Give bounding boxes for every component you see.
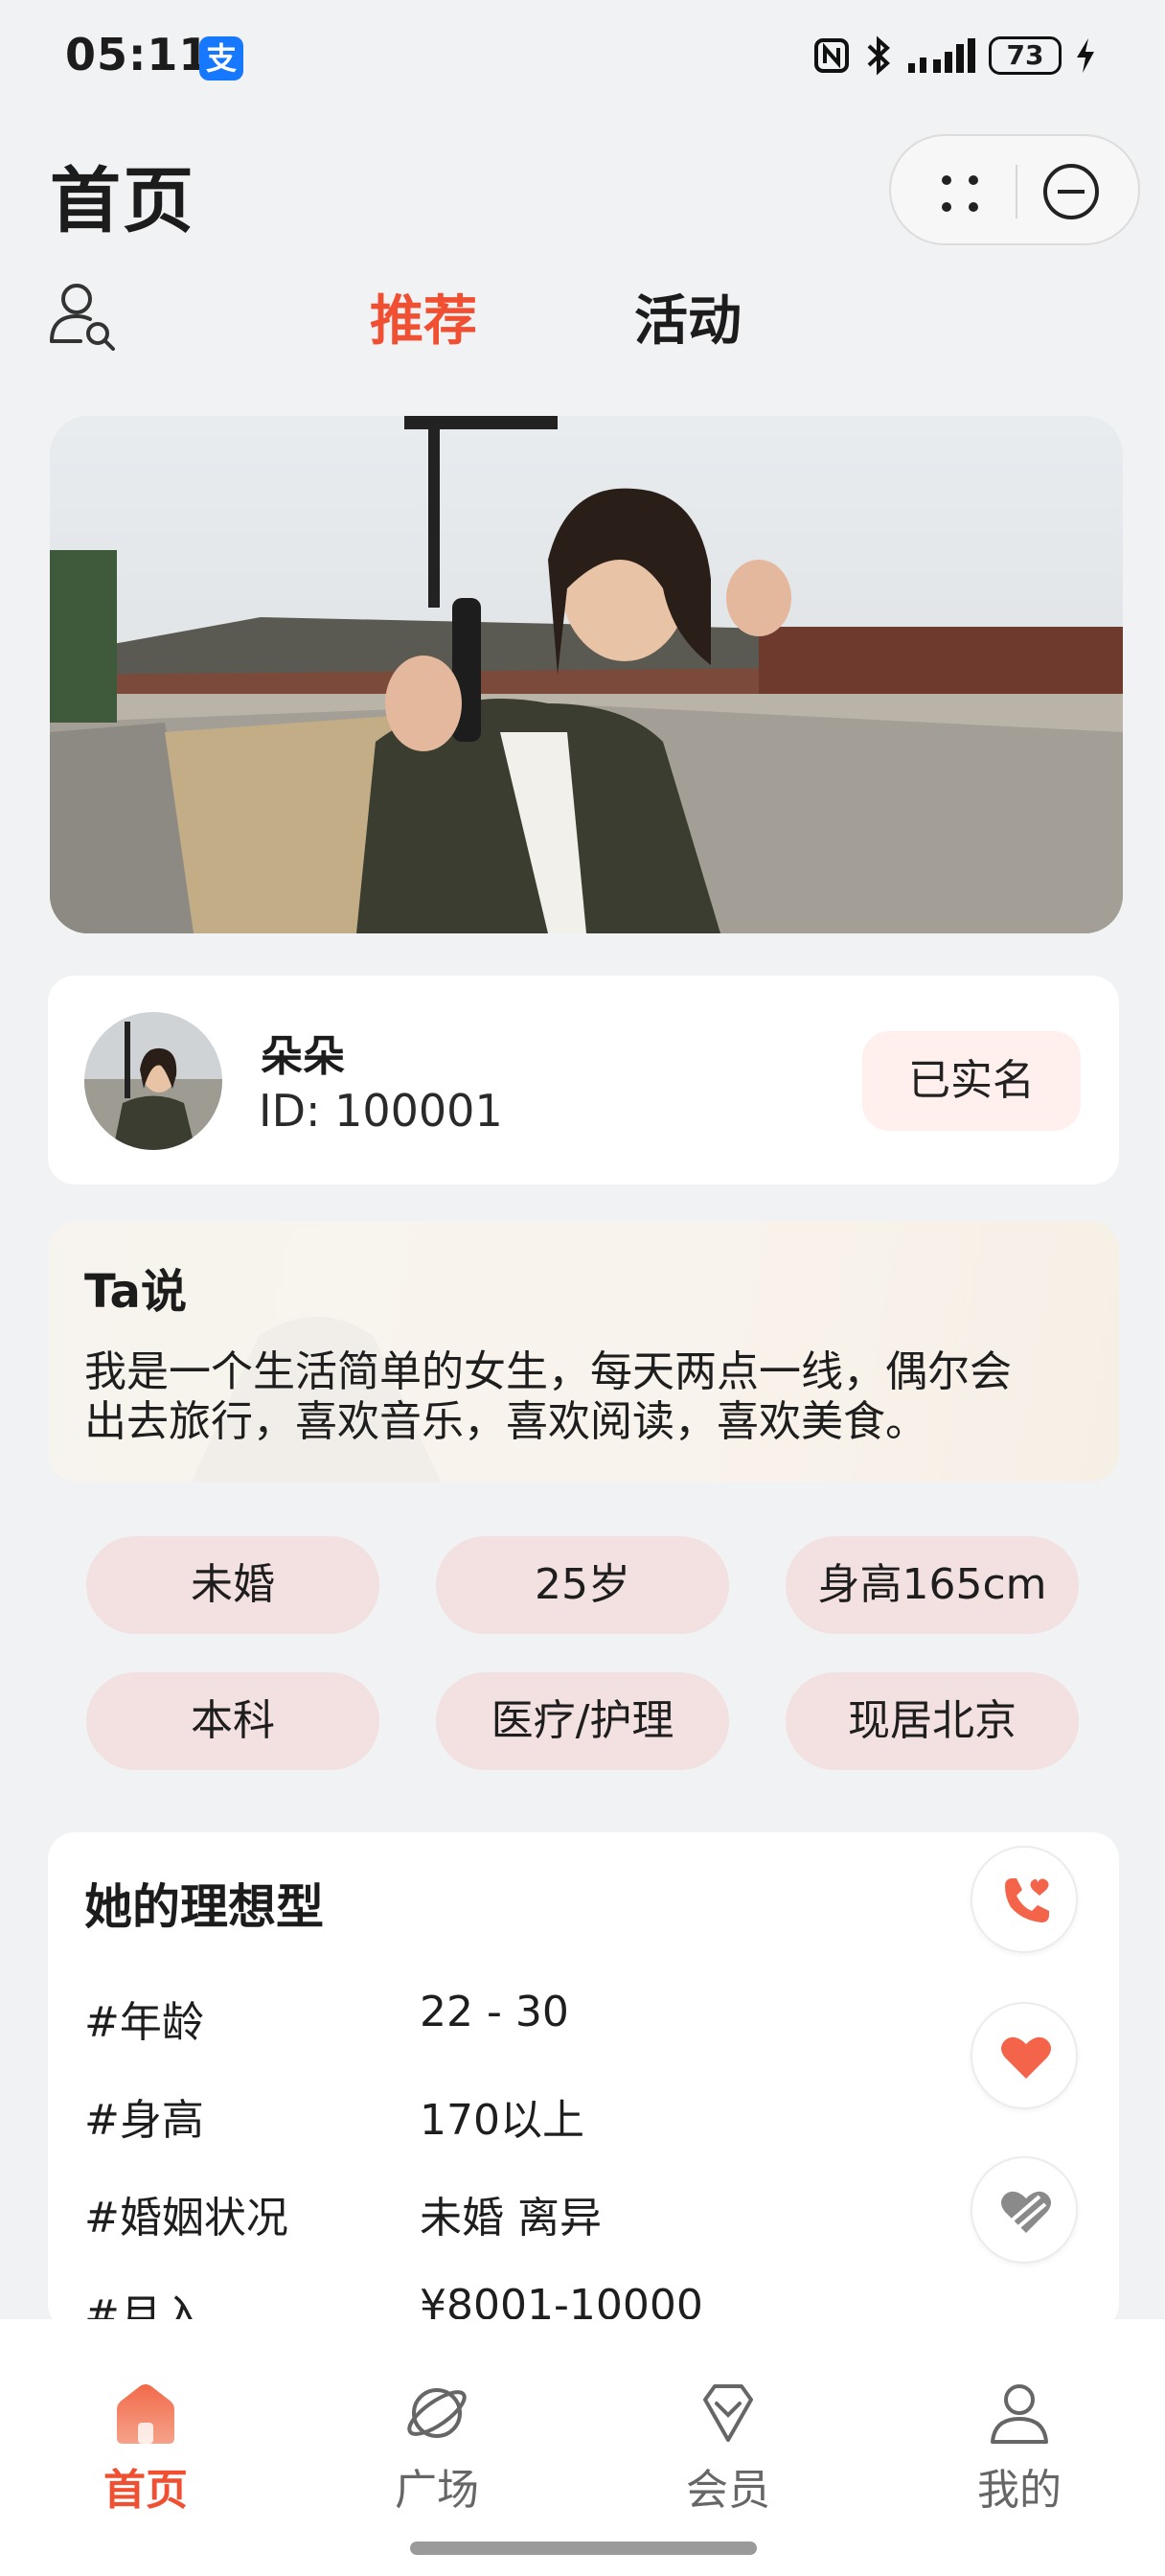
home-indicator[interactable] <box>410 2542 757 2555</box>
bio-line-2: 出去旅行，喜欢音乐，喜欢阅读，喜欢美食。 <box>84 1397 927 1446</box>
tag-age: 25岁 <box>436 1536 729 1634</box>
tab-recommend[interactable]: 推荐 <box>370 278 477 356</box>
more-icon[interactable] <box>937 171 983 217</box>
bio-title: Ta说 <box>84 1265 187 1319</box>
avatar[interactable] <box>84 1012 222 1150</box>
bottom-nav: 首页 广场 会员 我的 <box>0 2319 1165 2576</box>
ideal-label-height: #身高 <box>84 2096 204 2145</box>
nav-home[interactable]: 首页 <box>50 2377 241 2517</box>
ideal-value-age: 22 - 30 <box>420 1988 569 2036</box>
ideal-type-card: 她的理想型 #年龄 22 - 30 #身高 170以上 #婚姻状况 未婚 离异 … <box>48 1832 1119 2331</box>
ideal-label-age: #年龄 <box>84 1998 204 2047</box>
status-icons: 73 <box>812 33 1096 79</box>
bluetooth-icon <box>867 35 890 76</box>
tag-education: 本科 <box>86 1672 379 1770</box>
nav-mine-label: 我的 <box>977 2466 1062 2515</box>
charging-icon <box>1077 38 1094 73</box>
tab-activity[interactable]: 活动 <box>634 278 742 356</box>
profile-id: ID: 100001 <box>259 1085 503 1137</box>
bio-text: 我是一个生活简单的女生，每天两点一线，偶尔会 出去旅行，喜欢音乐，喜欢阅读，喜欢… <box>84 1347 1081 1447</box>
nav-member[interactable]: 会员 <box>632 2377 824 2517</box>
close-mini-program-icon[interactable] <box>1040 161 1102 222</box>
nav-mine[interactable]: 我的 <box>924 2377 1115 2517</box>
planet-icon <box>407 2388 467 2438</box>
page-title: 首页 <box>50 160 195 242</box>
ideal-label-marital: #婚姻状况 <box>84 2194 288 2242</box>
heart-icon <box>1001 2036 1051 2079</box>
ideal-value-height: 170以上 <box>420 2096 584 2145</box>
diamond-icon <box>703 2384 753 2442</box>
phone-heart-icon <box>1005 1878 1049 1922</box>
tag-occupation: 医疗/护理 <box>436 1672 729 1770</box>
bio-card: Ta说 我是一个生活简单的女生，每天两点一线，偶尔会 出去旅行，喜欢音乐，喜欢阅… <box>48 1221 1119 1482</box>
user-search-icon[interactable] <box>48 278 121 351</box>
battery-indicator: 73 <box>989 36 1062 75</box>
nfc-icon <box>814 38 849 73</box>
tag-marital: 未婚 <box>86 1536 379 1634</box>
ideal-value-marital: 未婚 离异 <box>420 2194 602 2242</box>
dislike-button[interactable] <box>971 2156 1078 2264</box>
home-icon <box>117 2384 174 2444</box>
mini-program-capsule <box>889 134 1140 245</box>
tag-height: 身高165cm <box>786 1536 1079 1634</box>
broken-heart-icon <box>1001 2191 1051 2233</box>
verified-badge: 已实名 <box>862 1031 1081 1131</box>
bio-line-1: 我是一个生活简单的女生，每天两点一线，偶尔会 <box>84 1347 1012 1396</box>
user-icon <box>991 2384 1048 2444</box>
like-button[interactable] <box>971 2002 1078 2109</box>
banner-photo[interactable] <box>50 416 1123 933</box>
nav-plaza[interactable]: 广场 <box>341 2377 533 2517</box>
ideal-title: 她的理想型 <box>84 1879 324 1935</box>
nav-plaza-label: 广场 <box>395 2466 479 2515</box>
nav-member-label: 会员 <box>686 2466 770 2515</box>
profile-name: 朵朵 <box>261 1032 345 1081</box>
alipay-icon: 支 <box>199 36 243 80</box>
status-time: 05:11 <box>65 29 211 80</box>
tag-residence: 现居北京 <box>786 1672 1079 1770</box>
signal-icon <box>908 38 975 73</box>
nav-home-label: 首页 <box>103 2466 188 2515</box>
capsule-divider <box>1016 165 1017 218</box>
profile-card[interactable]: 朵朵 ID: 100001 已实名 <box>48 976 1119 1184</box>
call-button[interactable] <box>971 1846 1078 1953</box>
